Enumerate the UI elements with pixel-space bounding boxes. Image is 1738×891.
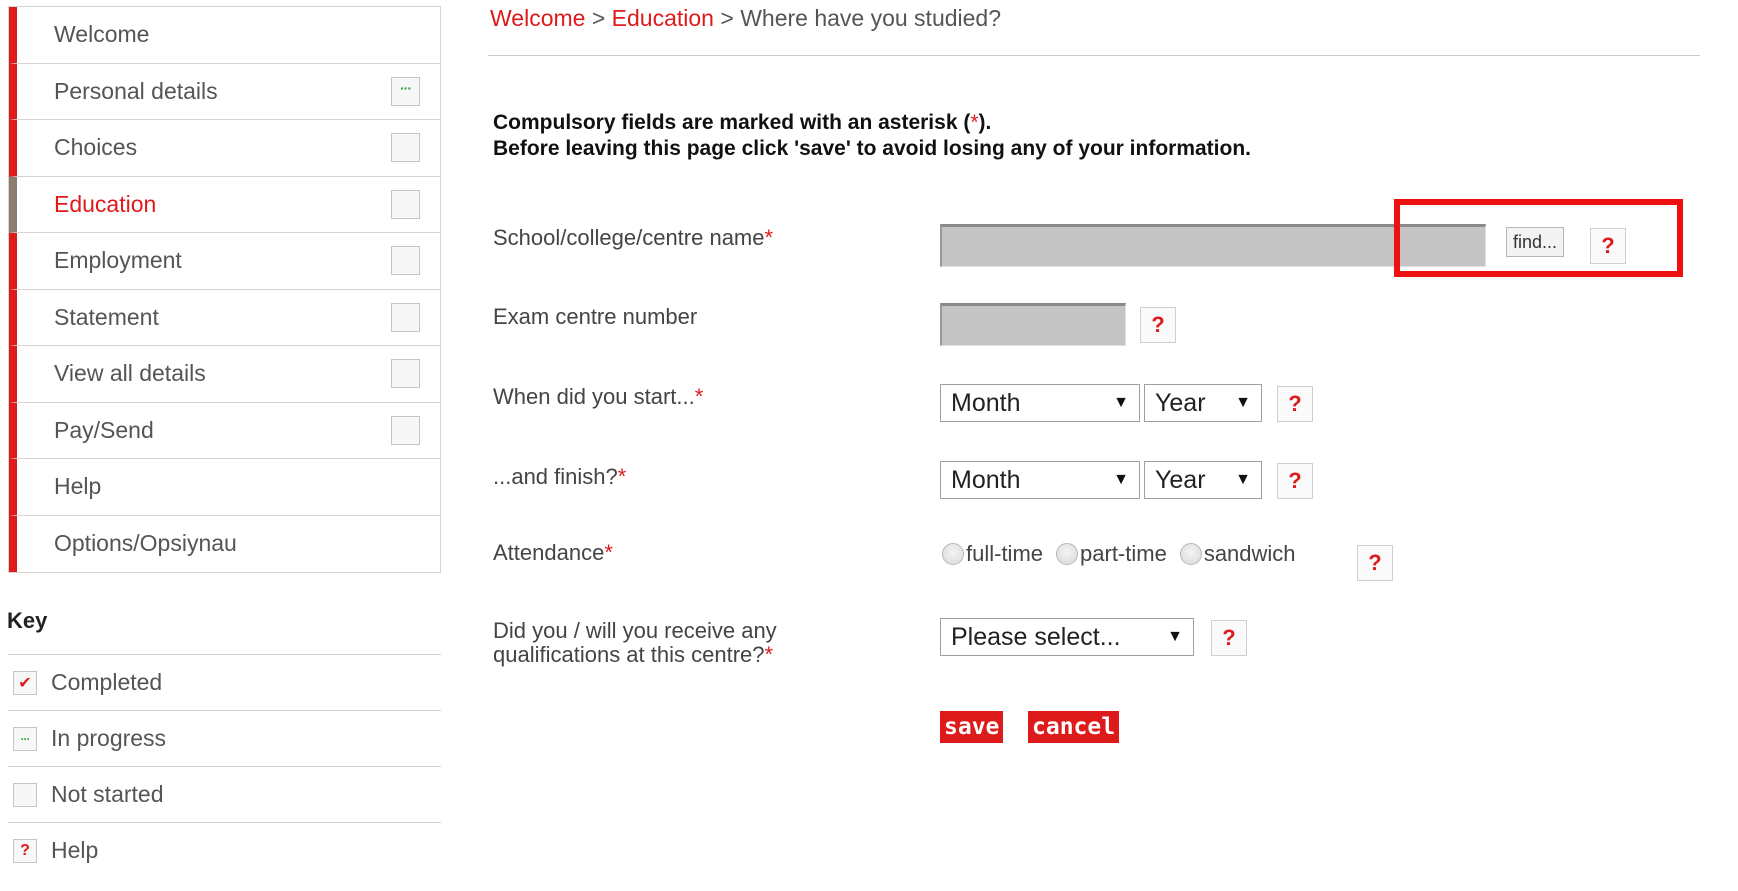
finish-date-label: ...and finish?* (493, 464, 627, 489)
qualifications-help-button[interactable]: ? (1211, 620, 1247, 656)
attendance-full-time-radio[interactable]: full-time (942, 541, 1043, 567)
breadcrumb-education-link[interactable]: Education (612, 5, 714, 31)
not-started-icon (391, 415, 420, 445)
key-item-help: ? Help (8, 822, 441, 878)
start-date-label: When did you start...* (493, 384, 704, 409)
radio-button[interactable] (942, 543, 964, 565)
divider (488, 55, 1700, 56)
compulsory-notice: Compulsory fields are marked with an ast… (493, 110, 1251, 162)
finish-help-button[interactable]: ? (1277, 463, 1313, 499)
chevron-down-icon: ▼ (1235, 394, 1251, 411)
qualifications-label: Did you / will you receive any qualifica… (493, 618, 777, 667)
find-button[interactable]: find... (1506, 227, 1565, 257)
sidebar-nav: Welcome Personal details ··· Choices Edu… (8, 6, 441, 573)
notice-line-2: Before leaving this page click 'save' to… (493, 137, 1251, 160)
sidebar-item-pay-send[interactable]: Pay/Send (9, 402, 440, 459)
sidebar-item-label: Education (54, 190, 157, 217)
save-button[interactable]: save (940, 711, 1004, 743)
start-month-select[interactable]: Month ▼ (940, 384, 1140, 422)
sidebar-item-view-all-details[interactable]: View all details (9, 346, 440, 403)
key-label: Help (51, 837, 99, 863)
key-label: In progress (51, 725, 167, 751)
sidebar-item-help[interactable]: Help (9, 459, 440, 516)
key-item-in-progress: ··· In progress (8, 710, 441, 766)
sidebar-item-welcome[interactable]: Welcome (9, 7, 440, 64)
key-heading: Key (7, 608, 48, 633)
in-progress-icon: ··· (391, 76, 420, 106)
chevron-down-icon: ▼ (1235, 471, 1251, 488)
finish-month-select[interactable]: Month ▼ (940, 461, 1140, 499)
breadcrumb-welcome-link[interactable]: Welcome (490, 5, 585, 31)
help-icon: ? (13, 838, 37, 863)
chevron-down-icon: ▼ (1113, 471, 1129, 488)
key-label: Completed (51, 669, 163, 695)
start-year-select[interactable]: Year ▼ (1144, 384, 1262, 422)
attendance-help-button[interactable]: ? (1357, 545, 1393, 581)
finish-year-select[interactable]: Year ▼ (1144, 461, 1262, 499)
sidebar-item-label: Choices (54, 134, 138, 161)
radio-button[interactable] (1179, 543, 1202, 565)
attendance-radio-group: full-time part-time sandwich (942, 541, 1309, 567)
sidebar-item-choices[interactable]: Choices (9, 120, 440, 177)
exam-centre-label: Exam centre number (493, 304, 698, 329)
not-started-icon (391, 302, 420, 332)
sidebar-item-label: Options/Opsiynau (54, 530, 237, 557)
in-progress-icon: ··· (13, 726, 37, 751)
sidebar-item-label: Employment (54, 247, 182, 274)
sidebar-item-options[interactable]: Options/Opsiynau (9, 515, 440, 572)
start-help-button[interactable]: ? (1277, 386, 1313, 422)
sidebar-item-employment[interactable]: Employment (9, 233, 440, 290)
qualifications-select[interactable]: Please select... ▼ (940, 618, 1194, 656)
key-item-completed: ✔ Completed (8, 654, 441, 710)
chevron-down-icon: ▼ (1167, 628, 1183, 645)
sidebar-item-label: Personal details (54, 77, 218, 104)
not-started-icon (391, 133, 420, 162)
not-started-icon (13, 782, 37, 807)
key-label: Not started (51, 781, 164, 807)
sidebar-item-statement[interactable]: Statement (9, 289, 440, 346)
check-icon: ✔ (13, 670, 37, 695)
key-item-not-started: Not started (8, 766, 441, 822)
sidebar-item-label: Welcome (54, 21, 150, 48)
breadcrumb-current: Where have you studied? (740, 5, 1002, 31)
breadcrumb-separator: > (585, 5, 612, 31)
key-legend: ✔ Completed ··· In progress Not started … (8, 654, 441, 878)
sidebar-item-label: Pay/Send (54, 416, 154, 443)
attendance-part-time-radio[interactable]: part-time (1056, 541, 1167, 567)
sidebar-item-personal-details[interactable]: Personal details ··· (9, 63, 440, 120)
breadcrumb-separator: > (713, 5, 741, 31)
not-started-icon (391, 246, 420, 275)
cancel-button[interactable]: cancel (1028, 711, 1120, 743)
sidebar-item-label: Help (54, 473, 102, 500)
school-name-label: School/college/centre name* (493, 225, 774, 250)
sidebar-item-education[interactable]: Education (9, 176, 440, 233)
school-help-button[interactable]: ? (1590, 228, 1626, 264)
breadcrumb: Welcome > Education > Where have you stu… (490, 5, 1001, 32)
school-name-input[interactable] (940, 224, 1486, 267)
exam-centre-help-button[interactable]: ? (1140, 307, 1176, 343)
attendance-sandwich-radio[interactable]: sandwich (1179, 541, 1296, 567)
sidebar-item-label: View all details (54, 360, 206, 387)
not-started-icon (391, 189, 420, 219)
not-started-icon (391, 359, 420, 388)
exam-centre-input[interactable] (940, 303, 1126, 346)
radio-button[interactable] (1056, 543, 1079, 565)
chevron-down-icon: ▼ (1113, 394, 1129, 411)
attendance-label: Attendance* (493, 540, 613, 565)
notice-line-1: Compulsory fields are marked with an ast… (493, 111, 992, 134)
sidebar-item-label: Statement (54, 303, 159, 330)
